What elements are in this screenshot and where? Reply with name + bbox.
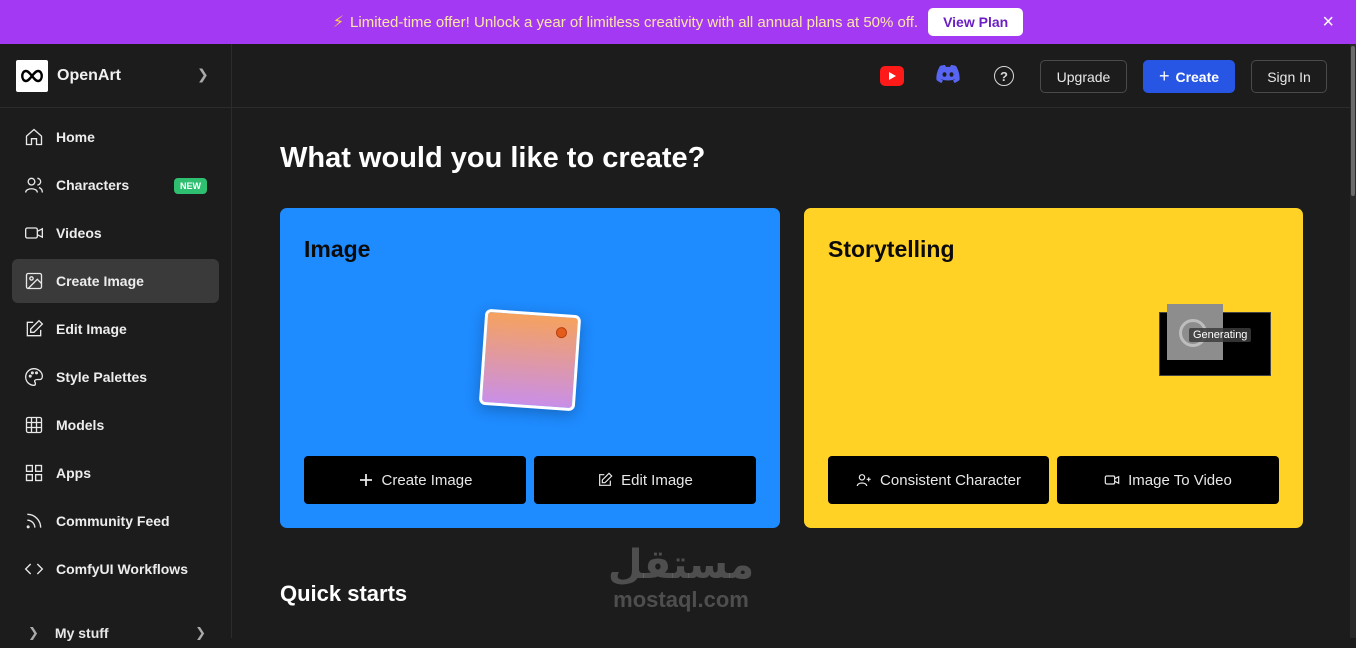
- mostaql-watermark: مستقل mostaql.com: [596, 542, 766, 612]
- storytelling-card-title: Storytelling: [828, 236, 955, 262]
- openart-logo-icon: [16, 59, 48, 92]
- home-icon: [25, 128, 43, 146]
- sidebar-item-label: Style Palettes: [56, 369, 148, 385]
- sidebar-item-label: Community Feed: [56, 513, 170, 529]
- plus-icon: [359, 474, 372, 486]
- consistent-character-button[interactable]: Consistent Character: [828, 456, 1049, 504]
- sidebar-item-label: My stuff: [54, 625, 109, 641]
- new-badge: NEW: [174, 178, 207, 194]
- sidebar-item-apps[interactable]: Apps: [12, 451, 219, 495]
- code-icon: [24, 563, 44, 575]
- create-button[interactable]: + Create: [1143, 60, 1235, 93]
- top-bar: ? Upgrade + Create Sign In: [232, 44, 1356, 108]
- edit-icon: [26, 319, 44, 337]
- image-preview-illustration: [478, 308, 582, 412]
- chevron-right-icon: ❯: [28, 625, 39, 640]
- chevron-right-icon[interactable]: ❯: [197, 66, 209, 83]
- sidebar-item-community-feed[interactable]: Community Feed: [12, 499, 219, 543]
- youtube-icon[interactable]: [880, 66, 904, 86]
- sidebar-item-models[interactable]: Models: [12, 403, 219, 447]
- sidebar-item-label: Home: [56, 129, 95, 145]
- edit-image-button-label: Edit Image: [621, 471, 693, 489]
- close-icon[interactable]: ×: [1322, 11, 1334, 34]
- promo-message: Limited-time offer! Unlock a year of lim…: [350, 13, 919, 31]
- sidebar-item-characters[interactable]: Characters NEW: [12, 163, 219, 207]
- sidebar-item-label: Videos: [56, 225, 102, 241]
- watermark-latin: mostaql.com: [613, 587, 749, 612]
- sidebar: OpenArt ❯ Home Characters NEW Videos Cre…: [0, 44, 232, 641]
- view-plan-button[interactable]: View Plan: [928, 8, 1024, 36]
- sidebar-item-label: Characters: [56, 177, 130, 193]
- sidebar-item-label: Edit Image: [56, 321, 127, 337]
- sign-in-button[interactable]: Sign In: [1251, 60, 1327, 93]
- image-card[interactable]: Image Create Image Edit Image: [280, 208, 780, 528]
- image-icon: [25, 272, 43, 290]
- create-button-label: Create: [1175, 68, 1220, 85]
- apps-icon: [25, 464, 43, 482]
- watermark-arabic: مستقل: [607, 542, 755, 588]
- rss-icon: [26, 513, 42, 529]
- edit-icon: [599, 472, 613, 486]
- sidebar-item-label: Models: [56, 417, 105, 433]
- sidebar-item-comfyui-workflows[interactable]: ComfyUI Workflows: [12, 547, 219, 591]
- sidebar-item-label: Create Image: [56, 273, 144, 289]
- sidebar-item-home[interactable]: Home: [12, 115, 219, 159]
- scrollbar[interactable]: [1350, 44, 1356, 638]
- palette-icon: [25, 367, 44, 387]
- edit-image-button[interactable]: Edit Image: [534, 456, 756, 504]
- discord-icon[interactable]: [935, 64, 961, 89]
- consistent-character-button-label: Consistent Character: [880, 471, 1021, 489]
- scrollbar-thumb[interactable]: [1351, 46, 1355, 196]
- chevron-right-icon: ❯: [195, 625, 206, 640]
- upgrade-button[interactable]: Upgrade: [1040, 60, 1127, 93]
- sidebar-item-edit-image[interactable]: Edit Image: [12, 307, 219, 351]
- quick-starts-heading: Quick starts: [280, 581, 408, 606]
- plus-icon: +: [1158, 66, 1170, 86]
- page-title: What would you like to create?: [280, 142, 706, 174]
- help-icon[interactable]: ?: [994, 66, 1014, 86]
- sidebar-item-label: Apps: [56, 465, 91, 481]
- sidebar-nav: Home Characters NEW Videos Create Image …: [0, 108, 231, 591]
- create-image-button-label: Create Image: [381, 471, 473, 489]
- user-plus-icon: [856, 474, 871, 487]
- generating-label: Generating: [1189, 328, 1252, 342]
- video-icon: [25, 227, 43, 239]
- image-card-title: Image: [304, 236, 371, 262]
- grid-icon: [25, 416, 43, 434]
- sidebar-item-my-stuff[interactable]: ❯ My stuff ❯: [0, 618, 232, 648]
- brand[interactable]: OpenArt ❯: [0, 44, 231, 108]
- brand-name: OpenArt: [57, 66, 121, 84]
- sidebar-item-style-palettes[interactable]: Style Palettes: [12, 355, 219, 399]
- image-to-video-button-label: Image To Video: [1128, 471, 1232, 489]
- sidebar-item-videos[interactable]: Videos: [12, 211, 219, 255]
- image-to-video-button[interactable]: Image To Video: [1057, 456, 1279, 504]
- sidebar-item-create-image[interactable]: Create Image: [12, 259, 219, 303]
- lightning-icon: ⚡: [332, 14, 345, 31]
- create-image-button[interactable]: Create Image: [304, 456, 526, 504]
- sidebar-item-label: ComfyUI Workflows: [56, 561, 188, 577]
- promo-banner: ⚡ Limited-time offer! Unlock a year of l…: [0, 0, 1356, 44]
- users-icon: [25, 177, 43, 193]
- video-icon: [1104, 475, 1120, 485]
- storytelling-card[interactable]: Storytelling Generating Consistent Chara…: [804, 208, 1303, 528]
